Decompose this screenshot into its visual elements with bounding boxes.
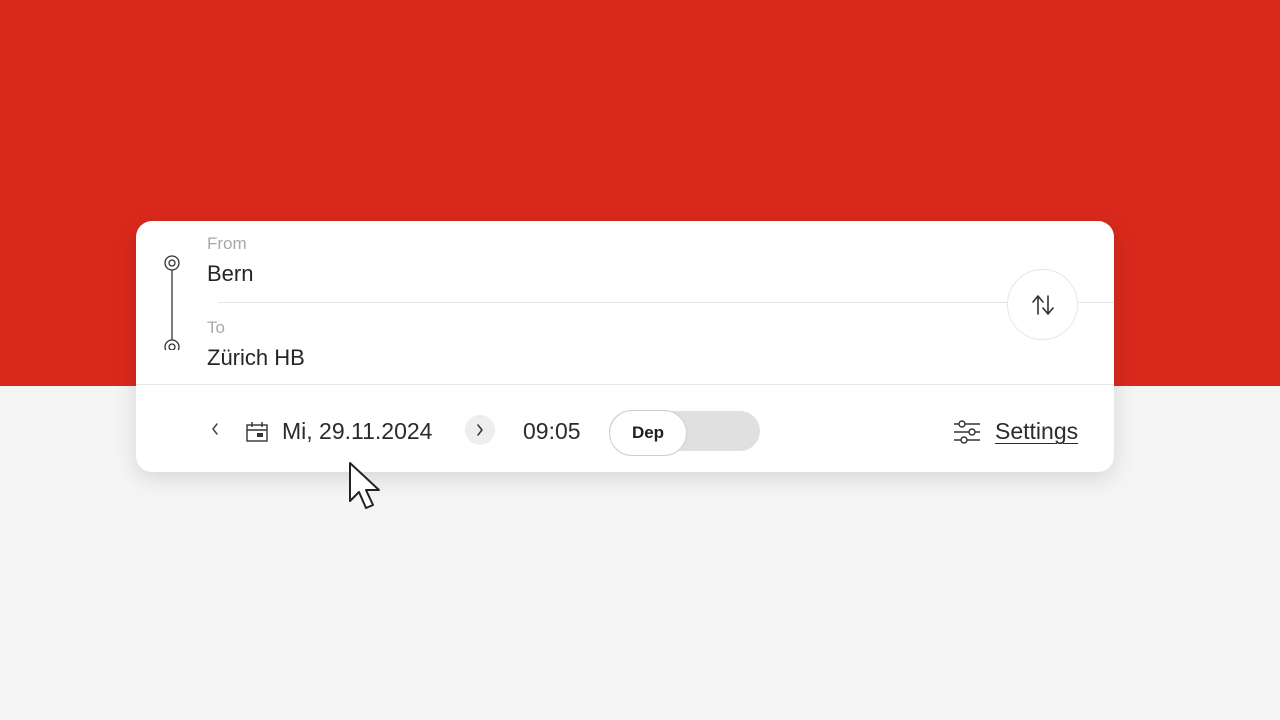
chevron-right-icon: [477, 424, 483, 436]
calendar-icon: [246, 422, 268, 442]
time-display[interactable]: 09:05: [523, 418, 581, 445]
previous-day-button[interactable]: [206, 420, 224, 438]
route-track-icon: [164, 255, 180, 350]
field-divider: [218, 302, 1114, 303]
departure-arrival-toggle[interactable]: Dep: [609, 410, 760, 456]
chevron-left-icon: [212, 423, 218, 435]
next-day-button[interactable]: [465, 415, 495, 445]
settings-button[interactable]: Settings: [953, 418, 1078, 445]
swap-direction-button[interactable]: [1007, 269, 1078, 340]
from-input[interactable]: [207, 261, 967, 287]
settings-label: Settings: [995, 418, 1079, 444]
date-time-bar: Mi, 29.11.2024 09:05 Dep Settings: [136, 385, 1114, 472]
date-display[interactable]: Mi, 29.11.2024: [282, 418, 432, 445]
mouse-cursor-icon: [349, 462, 380, 509]
sliders-icon: [954, 419, 980, 444]
journey-search-card: From To Mi, 29.11.2024 09: [136, 221, 1114, 472]
toggle-selected-option[interactable]: Dep: [609, 410, 687, 456]
swap-direction-icon: [1031, 294, 1054, 315]
to-label: To: [207, 318, 225, 337]
from-label: From: [207, 234, 247, 253]
to-input[interactable]: [207, 345, 967, 371]
